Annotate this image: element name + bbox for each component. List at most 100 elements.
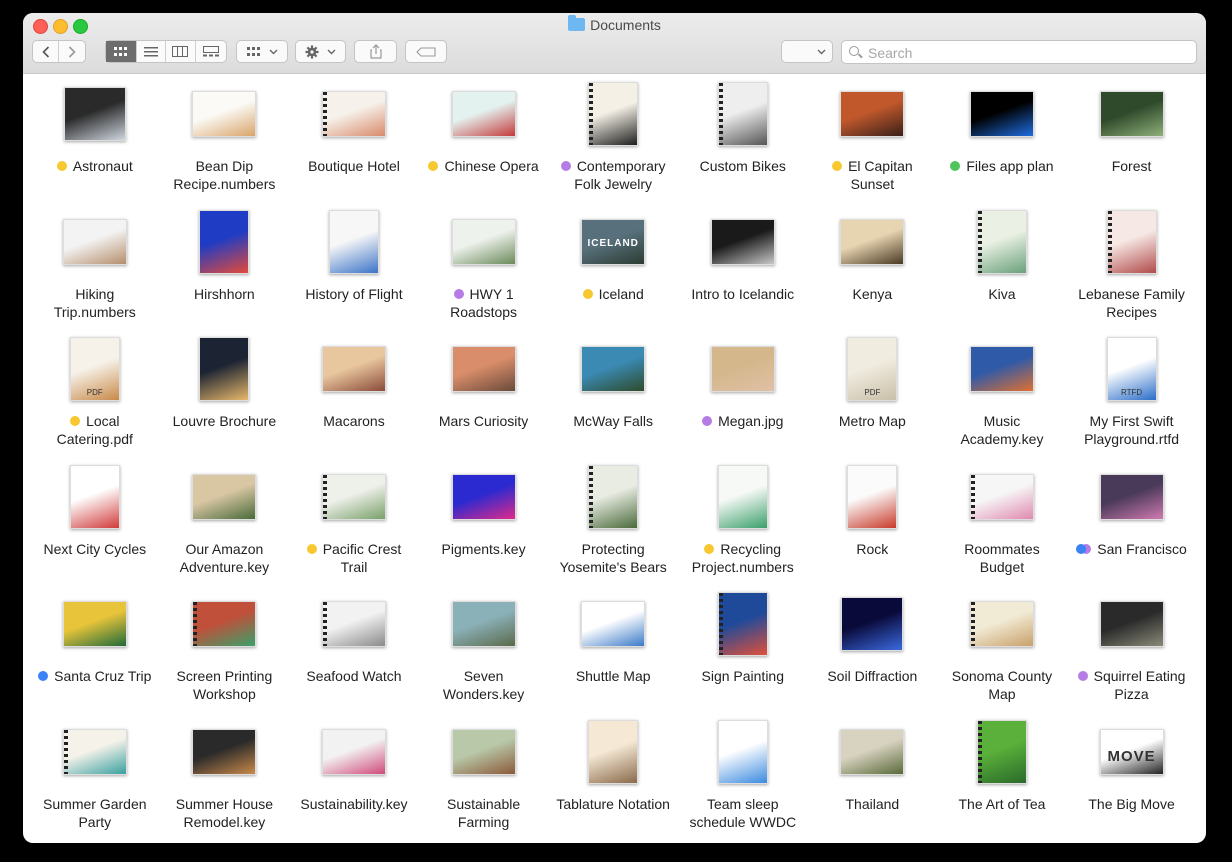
file-thumbnail-area [30,464,160,530]
action-menu-button[interactable] [295,40,346,63]
file-item[interactable]: PDF Metro Map [808,334,938,462]
search-input[interactable] [866,43,1190,63]
file-item[interactable]: Forest [1067,79,1197,207]
file-item[interactable]: Squirrel Eating Pizza [1067,589,1197,717]
file-item[interactable]: History of Flight [289,207,419,335]
file-item[interactable]: Macarons [289,334,419,462]
file-item[interactable]: Bean Dip Recipe.numbers [160,79,290,207]
search-field[interactable] [841,40,1197,64]
file-thumbnail-area: ICELAND [548,209,678,275]
share-button[interactable] [354,40,397,63]
file-label: Chinese Opera [423,157,545,175]
file-thumbnail [199,209,250,274]
file-item[interactable]: Pacific Crest Trail [289,462,419,590]
file-item[interactable]: Sonoma County Map [937,589,1067,717]
file-label: Megan.jpg [682,412,804,430]
file-item[interactable]: Tablature Notation [548,717,678,844]
file-item[interactable]: Astronaut [30,79,160,207]
file-label: Rock [812,540,934,558]
thumbnail-caption: PDF [86,388,103,397]
file-item[interactable]: Boutique Hotel [289,79,419,207]
file-item[interactable]: Shuttle Map [548,589,678,717]
file-item[interactable]: Rock [808,462,938,590]
file-label: HWY 1 Roadstops [423,285,545,321]
file-item[interactable]: Team sleep schedule WWDC [678,717,808,844]
file-item[interactable]: El Capitan Sunset [808,79,938,207]
file-item[interactable]: Hiking Trip.numbers [30,207,160,335]
file-item[interactable]: Sign Painting [678,589,808,717]
back-button[interactable] [33,41,60,62]
file-item[interactable]: Our Amazon Adventure.key [160,462,290,590]
file-item[interactable]: Louvre Brochure [160,334,290,462]
file-item[interactable]: Seafood Watch [289,589,419,717]
file-item[interactable]: Files app plan [937,79,1067,207]
forward-button[interactable] [59,41,85,62]
file-item[interactable]: Thailand [808,717,938,844]
file-label: Metro Map [812,412,934,430]
file-item[interactable]: McWay Falls [548,334,678,462]
file-item[interactable]: Recycling Project.numbers [678,462,808,590]
file-item[interactable]: RTFD My First Swift Playground.rtfd [1067,334,1197,462]
file-item[interactable]: HWY 1 Roadstops [419,207,549,335]
file-item[interactable]: Music Academy.key [937,334,1067,462]
file-label: Summer House Remodel.key [164,795,286,831]
file-item[interactable]: Mars Curiosity [419,334,549,462]
file-item[interactable]: Kiva [937,207,1067,335]
file-item[interactable]: Hirshhorn [160,207,290,335]
file-thumbnail [321,91,386,137]
file-item[interactable]: Summer Garden Party [30,717,160,844]
file-label: Louvre Brochure [164,412,286,430]
file-name: Kiva [988,285,1016,302]
tag-dot-icon [1077,671,1088,681]
file-thumbnail [69,464,120,529]
file-item[interactable]: Custom Bikes [678,79,808,207]
gallery-view-button[interactable] [196,41,226,62]
file-item[interactable]: Seven Wonders.key [419,589,549,717]
file-item[interactable]: Sustainable Farming [419,717,549,844]
search-scope-dropdown[interactable] [781,40,833,63]
file-item[interactable]: Summer House Remodel.key [160,717,290,844]
file-name: Astronaut [72,158,133,174]
file-thumbnail-area [419,209,549,275]
file-item[interactable]: Soil Diffraction [808,589,938,717]
file-thumbnail-area [678,336,808,402]
file-item[interactable]: ICELAND Iceland [548,207,678,335]
file-item[interactable]: Megan.jpg [678,334,808,462]
icon-view-button[interactable] [106,41,137,62]
file-name: The Art of Tea [958,795,1046,812]
list-view-button[interactable] [137,41,167,62]
file-item[interactable]: Contemporary Folk Jewelry [548,79,678,207]
file-thumbnail [710,346,775,392]
file-item[interactable]: Protecting Yosemite's Bears [548,462,678,590]
group-by-button[interactable] [236,40,288,63]
file-item[interactable]: The Art of Tea [937,717,1067,844]
file-item[interactable]: Sustainability.key [289,717,419,844]
file-thumbnail [451,91,516,137]
tags-button[interactable] [405,40,447,63]
file-thumbnail [710,218,775,265]
file-item[interactable]: Next City Cycles [30,462,160,590]
file-thumbnail [717,592,768,656]
file-label: Iceland [552,285,674,303]
gallery-view-icon [202,46,219,57]
file-item[interactable]: San Francisco [1067,462,1197,590]
file-item[interactable]: Kenya [808,207,938,335]
file-name: Sustainability.key [300,795,408,812]
file-thumbnail [321,473,386,520]
file-label: My First Swift Playground.rtfd [1071,412,1193,448]
file-thumbnail [840,218,905,265]
tag-dot-icon [950,161,961,171]
file-thumbnail-area [937,464,1067,530]
file-item[interactable]: Screen Printing Workshop [160,589,290,717]
file-label: Kenya [812,285,934,303]
file-item[interactable]: Pigments.key [419,462,549,590]
file-item[interactable]: MOVE The Big Move [1067,717,1197,844]
file-item[interactable]: Intro to Icelandic [678,207,808,335]
file-item[interactable]: Santa Cruz Trip [30,589,160,717]
file-item[interactable]: Chinese Opera [419,79,549,207]
column-view-button[interactable] [166,41,196,62]
file-item[interactable]: Lebanese Family Recipes [1067,207,1197,335]
file-item[interactable]: Roommates Budget [937,462,1067,590]
thumbnail-caption: MOVE [1107,747,1156,765]
file-item[interactable]: PDF Local Catering.pdf [30,334,160,462]
